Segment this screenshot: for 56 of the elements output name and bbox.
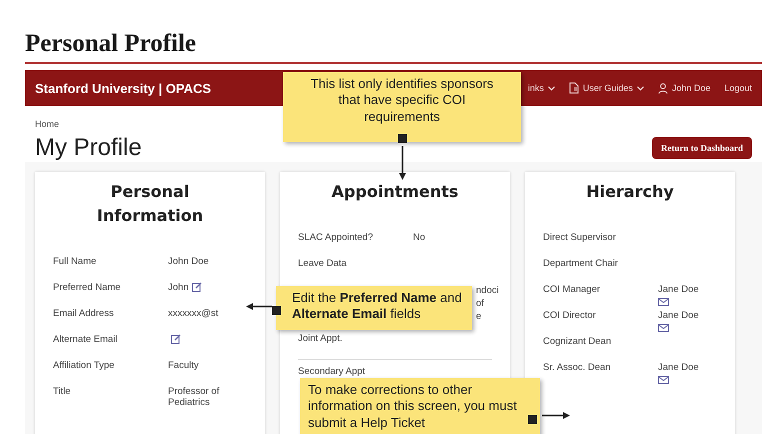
field-value: xxxxxxx@st [168,308,218,319]
brand-name: Stanford University | OPACS [35,80,212,96]
pointer-arrow [246,303,272,310]
field-label: COI Director [543,310,597,321]
nav-link[interactable]: John Doe [658,82,710,94]
page-title: Personal Profile [25,30,196,58]
field-label: Cognizant Dean [543,336,612,347]
return-button[interactable]: Return to Dashboard [652,137,752,159]
square-icon [398,134,407,143]
nav-link[interactable]: Logout [724,83,752,93]
field-label: Leave Data [298,258,348,269]
field-label: COI Manager [543,284,602,295]
mail-icon[interactable] [658,376,669,384]
mail-icon[interactable] [658,298,669,306]
pointer-arrow [542,412,570,419]
card-title: Personal Information [96,182,204,225]
field-label: Alternate Email [53,334,118,345]
pointer-arrow [399,146,406,180]
field-label: Email Address [53,308,115,319]
document-icon [568,82,579,94]
callout-tooltip: This list only identifies sponsors that have specific COI requirements [283,72,521,142]
square-icon [528,415,537,424]
field-value: Jane Doe [658,284,699,295]
nav-link[interactable]: User Guides [568,82,644,94]
field-label: Direct Supervisor [543,232,617,243]
field-label: Joint Appt. [298,333,344,344]
field-label: Department Chair [543,258,619,269]
field-label: Full Name [53,256,98,267]
field-label: Title [53,386,72,397]
field-label: Preferred Name [53,282,122,293]
person-icon [658,82,668,94]
field-value: of [476,298,484,309]
field-label: Sr. Assoc. Dean [543,362,612,373]
field-value: Jane Doe [658,310,699,321]
field-value: ndoci [476,285,499,296]
card-title: Appointments [332,182,458,201]
mail-icon[interactable] [658,324,669,332]
field-value: John [168,282,189,293]
field-value: Faculty [168,360,199,371]
field-value: e [476,311,482,322]
edit-icon[interactable] [192,282,202,292]
edit-icon[interactable] [171,334,181,344]
callout-tooltip: Edit the Preferred Name and Alternate Email fields [276,286,472,330]
square-icon [272,306,281,315]
card-title: Hierarchy [586,182,674,201]
field-value: John Doe [168,256,209,267]
field-value: Jane Doe [658,362,699,373]
callout-tooltip: To make corrections to other information on this screen, you must submit a Help Ticket [300,378,540,434]
field-label: Secondary Appt [298,366,366,377]
breadcrumb-link[interactable]: Home [35,119,60,129]
field-value: No [413,232,426,243]
field-label: Affiliation Type [53,360,116,371]
field-value: Professor of Pediatrics [168,386,220,408]
page-heading: My Profile [35,134,142,162]
field-label: SLAC Appointed? [298,232,374,243]
nav-link[interactable]: inks [528,83,555,93]
